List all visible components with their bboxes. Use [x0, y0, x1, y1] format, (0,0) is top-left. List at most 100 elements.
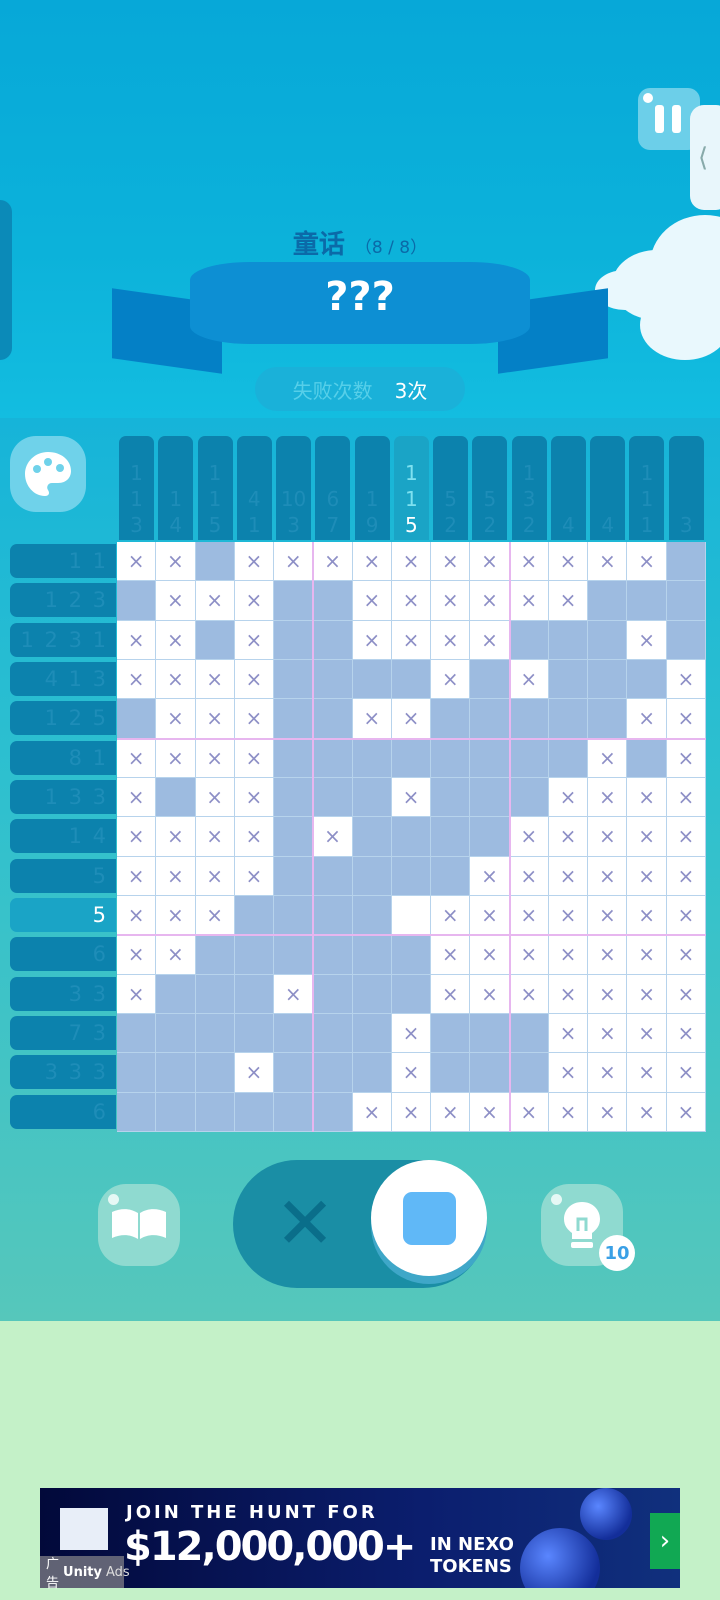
filled-cell[interactable]: [156, 1014, 196, 1054]
filled-cell[interactable]: [391, 935, 432, 975]
filled-cell[interactable]: [156, 1053, 196, 1093]
crossed-cell[interactable]: ×: [588, 542, 628, 582]
crossed-cell[interactable]: ×: [431, 896, 471, 936]
filled-cell[interactable]: [274, 660, 314, 700]
crossed-cell[interactable]: ×: [352, 620, 392, 660]
filled-cell[interactable]: [391, 738, 432, 778]
crossed-cell[interactable]: ×: [666, 856, 706, 896]
filled-cell[interactable]: [195, 1092, 235, 1132]
crossed-cell[interactable]: ×: [234, 581, 275, 621]
filled-cell[interactable]: [548, 620, 589, 660]
crossed-cell[interactable]: ×: [666, 974, 706, 1014]
crossed-cell[interactable]: ×: [195, 738, 235, 778]
filled-cell[interactable]: [313, 738, 353, 778]
empty-cell[interactable]: [391, 896, 432, 936]
filled-cell[interactable]: [548, 660, 589, 700]
crossed-cell[interactable]: ×: [431, 1092, 471, 1132]
crossed-cell[interactable]: ×: [156, 542, 196, 582]
crossed-cell[interactable]: ×: [195, 581, 235, 621]
crossed-cell[interactable]: ×: [470, 896, 510, 936]
filled-cell[interactable]: [313, 856, 353, 896]
filled-cell[interactable]: [156, 778, 196, 818]
book-button[interactable]: [98, 1184, 180, 1266]
filled-cell[interactable]: [274, 778, 314, 818]
filled-cell[interactable]: [352, 660, 392, 700]
crossed-cell[interactable]: ×: [588, 778, 628, 818]
filled-cell[interactable]: [431, 1014, 471, 1054]
crossed-cell[interactable]: ×: [156, 699, 196, 739]
crossed-cell[interactable]: ×: [195, 896, 235, 936]
crossed-cell[interactable]: ×: [509, 660, 549, 700]
filled-cell[interactable]: [352, 817, 392, 857]
crossed-cell[interactable]: ×: [627, 1014, 667, 1054]
crossed-cell[interactable]: ×: [234, 778, 275, 818]
crossed-cell[interactable]: ×: [470, 1092, 510, 1132]
crossed-cell[interactable]: ×: [156, 660, 196, 700]
crossed-cell[interactable]: ×: [548, 542, 589, 582]
filled-cell[interactable]: [195, 1014, 235, 1054]
filled-cell[interactable]: [391, 856, 432, 896]
crossed-cell[interactable]: ×: [548, 1053, 589, 1093]
filled-cell[interactable]: [195, 620, 235, 660]
crossed-cell[interactable]: ×: [627, 1053, 667, 1093]
crossed-cell[interactable]: ×: [156, 896, 196, 936]
crossed-cell[interactable]: ×: [627, 935, 667, 975]
crossed-cell[interactable]: ×: [666, 778, 706, 818]
crossed-cell[interactable]: ×: [391, 542, 432, 582]
crossed-cell[interactable]: ×: [548, 1014, 589, 1054]
filled-cell[interactable]: [666, 620, 706, 660]
filled-cell[interactable]: [313, 620, 353, 660]
crossed-cell[interactable]: ×: [156, 620, 196, 660]
filled-cell[interactable]: [548, 699, 589, 739]
filled-cell[interactable]: [588, 660, 628, 700]
filled-cell[interactable]: [313, 778, 353, 818]
crossed-cell[interactable]: ×: [313, 542, 353, 582]
crossed-cell[interactable]: ×: [588, 1053, 628, 1093]
filled-cell[interactable]: [117, 1092, 157, 1132]
crossed-cell[interactable]: ×: [117, 620, 157, 660]
crossed-cell[interactable]: ×: [117, 778, 157, 818]
filled-cell[interactable]: [313, 896, 353, 936]
crossed-cell[interactable]: ×: [509, 1092, 549, 1132]
crossed-cell[interactable]: ×: [548, 581, 589, 621]
filled-cell[interactable]: [548, 738, 589, 778]
filled-cell[interactable]: [391, 817, 432, 857]
crossed-cell[interactable]: ×: [588, 935, 628, 975]
crossed-cell[interactable]: ×: [234, 699, 275, 739]
filled-cell[interactable]: [470, 738, 510, 778]
filled-cell[interactable]: [352, 974, 392, 1014]
filled-cell[interactable]: [274, 896, 314, 936]
crossed-cell[interactable]: ×: [666, 1092, 706, 1132]
filled-cell[interactable]: [195, 974, 235, 1014]
ad-arrow-button[interactable]: ›: [650, 1513, 680, 1569]
filled-cell[interactable]: [234, 974, 275, 1014]
crossed-cell[interactable]: ×: [234, 660, 275, 700]
crossed-cell[interactable]: ×: [666, 1014, 706, 1054]
filled-cell[interactable]: [470, 817, 510, 857]
filled-cell[interactable]: [391, 660, 432, 700]
crossed-cell[interactable]: ×: [470, 935, 510, 975]
filled-cell[interactable]: [234, 896, 275, 936]
crossed-cell[interactable]: ×: [117, 856, 157, 896]
filled-cell[interactable]: [313, 974, 353, 1014]
crossed-cell[interactable]: ×: [548, 778, 589, 818]
crossed-cell[interactable]: ×: [274, 974, 314, 1014]
crossed-cell[interactable]: ×: [391, 778, 432, 818]
crossed-cell[interactable]: ×: [548, 974, 589, 1014]
crossed-cell[interactable]: ×: [588, 1014, 628, 1054]
crossed-cell[interactable]: ×: [352, 581, 392, 621]
filled-cell[interactable]: [666, 542, 706, 582]
filled-cell[interactable]: [431, 699, 471, 739]
filled-cell[interactable]: [156, 1092, 196, 1132]
crossed-cell[interactable]: ×: [509, 581, 549, 621]
crossed-cell[interactable]: ×: [391, 581, 432, 621]
crossed-cell[interactable]: ×: [627, 778, 667, 818]
crossed-cell[interactable]: ×: [509, 542, 549, 582]
crossed-cell[interactable]: ×: [548, 935, 589, 975]
crossed-cell[interactable]: ×: [509, 896, 549, 936]
crossed-cell[interactable]: ×: [117, 542, 157, 582]
crossed-cell[interactable]: ×: [234, 620, 275, 660]
crossed-cell[interactable]: ×: [509, 974, 549, 1014]
filled-cell[interactable]: [274, 699, 314, 739]
filled-cell[interactable]: [391, 974, 432, 1014]
